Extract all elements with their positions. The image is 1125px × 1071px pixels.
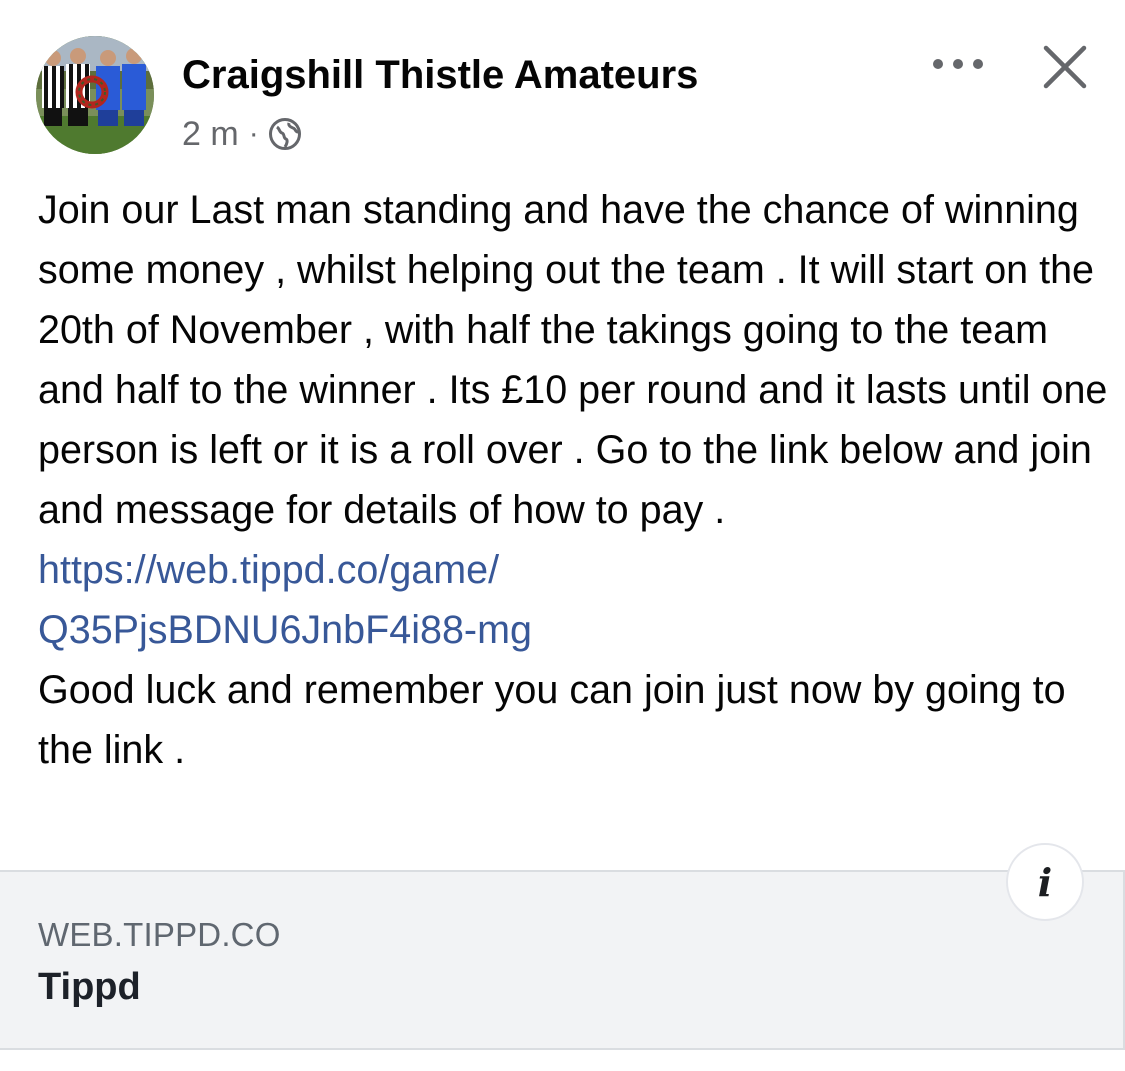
more-horizontal-icon (933, 59, 983, 69)
link-preview-card[interactable]: WEB.TIPPD.CO Tippd (0, 870, 1125, 1050)
close-button[interactable] (1034, 36, 1096, 98)
post-text-paragraph: Good luck and remember you can join just… (38, 668, 1066, 772)
link-preview-title: Tippd (38, 966, 141, 1008)
info-icon: i (1037, 859, 1053, 905)
post-link-line: https://web.tippd.co/game/ (38, 548, 500, 592)
globe-icon[interactable] (268, 117, 302, 151)
avatar-photo (36, 36, 154, 154)
close-icon (1043, 45, 1087, 89)
post-timestamp[interactable]: 2 m (182, 115, 239, 154)
post-link-line: Q35PjsBDNU6JnbF4i88-mg (38, 608, 532, 652)
post-meta: 2 m · (182, 112, 302, 156)
post-body: Join our Last man standing and have the … (38, 180, 1108, 780)
post-link[interactable]: https://web.tippd.co/game/ Q35PjsBDNU6Jn… (38, 540, 1108, 660)
more-options-button[interactable] (922, 44, 994, 84)
link-preview-domain: WEB.TIPPD.CO (38, 916, 281, 953)
page-name[interactable]: Craigshill Thistle Amateurs (182, 52, 698, 98)
avatar[interactable] (36, 36, 154, 154)
post-text-paragraph: Join our Last man standing and have the … (38, 188, 1108, 532)
info-button[interactable]: i (1006, 843, 1084, 921)
meta-separator: · (248, 117, 259, 150)
